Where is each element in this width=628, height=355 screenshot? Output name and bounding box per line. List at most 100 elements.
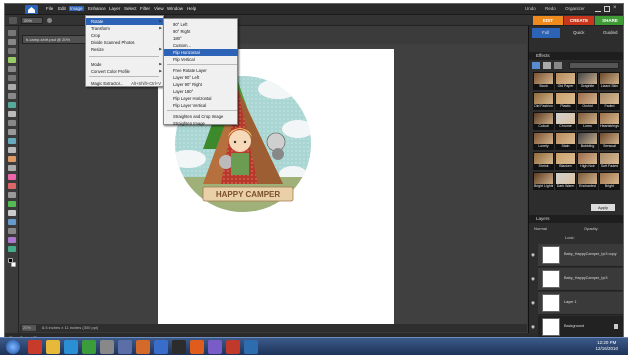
image-menu-item[interactable]: Rotate ▶ [86,18,165,25]
menu-filter[interactable]: Filter [140,6,150,11]
smart-brush-icon[interactable] [8,192,16,198]
effect-thumbnail[interactable]: Shrink [533,152,554,170]
crop-tool-icon[interactable] [8,120,16,126]
image-menu-item[interactable]: Convert Color Profile ▶ [86,68,165,75]
maximize-icon[interactable] [604,6,610,12]
styles-icon[interactable] [543,62,551,69]
menu-file[interactable]: File [46,6,53,11]
effect-thumbnail[interactable]: Cutout [533,112,554,130]
taskbar-app-icon[interactable] [136,340,150,354]
redo-button[interactable]: Redo [545,6,556,11]
effect-thumbnail[interactable]: Faded [599,92,620,110]
taskbar-app-icon[interactable] [154,340,168,354]
menu-layer[interactable]: Layer [109,6,120,11]
share-tab[interactable]: SHARE [595,16,623,25]
rotate-menu-item[interactable]: 90° Right [164,28,238,35]
layer-row-selected[interactable]: ◉ Background [531,316,623,339]
menu-window[interactable]: Window [167,6,183,11]
menu-select[interactable]: Select [124,6,137,11]
quick-tab[interactable]: Quick [563,28,585,38]
taskbar-app-icon[interactable] [46,340,60,354]
effect-thumbnail[interactable]: Lizard Skin [599,72,620,90]
taskbar-app-icon[interactable] [64,340,78,354]
gradient-icon[interactable] [8,210,16,216]
apply-button[interactable]: Apply [591,204,615,211]
effect-thumbnail[interactable]: Chrome [555,112,576,130]
effect-thumbnail[interactable]: Lomo [577,112,598,130]
menu-help[interactable]: Help [187,6,196,11]
layer-row[interactable]: ◉ Layer 1 [531,292,623,315]
menu-view[interactable]: View [154,6,164,11]
guided-tab[interactable]: Guided [593,28,618,38]
image-menu-item[interactable]: Mode ▶ [86,61,165,68]
image-menu-item[interactable]: Magic Extractor... Alt+Shift+Ctrl+V [86,80,165,87]
menu-enhance[interactable]: Enhance [88,6,106,11]
eye-icon[interactable]: ◉ [531,276,536,281]
cookie-cutter-icon[interactable] [8,138,16,144]
eye-icon[interactable]: ◉ [531,324,536,329]
straighten-icon[interactable] [8,147,16,153]
menu-edit[interactable]: Edit [58,6,66,11]
rotate-menu-item[interactable]: Flip Vertical [164,56,238,63]
rotate-menu-item[interactable]: Layer 90° Left [164,74,238,81]
taskbar-app-icon[interactable] [28,340,42,354]
rotate-menu-item[interactable]: Flip Horizontal [164,49,238,56]
full-tab[interactable]: Full [532,28,560,38]
eye-icon[interactable]: ◉ [531,300,536,305]
rotate-menu-item[interactable]: 180° [164,35,238,42]
taskbar-app-icon[interactable] [118,340,132,354]
undo-button[interactable]: Undo [525,6,536,11]
blur-tool-icon[interactable] [8,228,16,234]
effect-thumbnail[interactable]: Dark Warm [555,172,576,190]
taskbar-app-icon[interactable] [226,340,240,354]
effect-thumbnail[interactable]: Plastic [555,92,576,110]
photoshop-elements-icon[interactable] [244,340,258,354]
filters-icon[interactable] [532,62,540,69]
image-menu-item[interactable]: Transform ▶ [86,25,165,32]
shape-tool-icon[interactable] [8,219,16,225]
red-eye-icon[interactable] [8,102,16,108]
image-menu-item[interactable]: Crop [86,32,165,39]
effect-thumbnail[interactable]: Stain [555,132,576,150]
rotate-menu-item[interactable]: Straighten Image [164,120,238,127]
effects-category-select[interactable] [569,62,619,69]
firefox-icon[interactable] [190,340,204,354]
effect-thumbnail[interactable]: Heartstrings [599,112,620,130]
lasso-tool-icon[interactable] [8,75,16,81]
layers-header[interactable]: Layers [529,215,623,223]
rotate-menu-item[interactable]: Custom... [164,42,238,49]
effect-thumbnail[interactable]: Sensual [599,132,620,150]
menu-image[interactable]: Image [69,6,84,11]
edit-tab[interactable]: EDIT [533,16,563,25]
quick-selection-icon[interactable] [8,93,16,99]
clone-stamp-icon[interactable] [8,165,16,171]
effect-thumbnail[interactable]: Graphite [577,72,598,90]
eye-icon[interactable]: ◉ [531,252,536,257]
eraser-icon[interactable] [8,174,16,180]
layer-row[interactable]: ◉ Baby_HappyCamper_lyr3 [531,268,623,291]
taskbar-app-icon[interactable] [100,340,114,354]
image-menu-item[interactable]: Divide Scanned Photos [86,39,165,46]
effect-thumbnail[interactable]: Old Fashioned [533,92,554,110]
eyedropper-icon[interactable] [8,57,16,63]
spot-healing-icon[interactable] [8,156,16,162]
effect-thumbnail[interactable]: High Noir [577,152,598,170]
background-color-swatch[interactable] [11,262,16,267]
rotate-menu-item[interactable]: Layer 90° Right [164,81,238,88]
rotate-menu-item[interactable]: Flip Layer Horizontal [164,95,238,102]
effect-thumbnail[interactable]: Lonely [533,132,554,150]
clock[interactable]: 12:20 PM 12/16/2010 [595,340,618,352]
magic-wand-icon[interactable] [8,84,16,90]
status-zoom[interactable]: 20% [22,325,36,331]
close-icon[interactable]: × [613,5,617,11]
minimize-icon[interactable] [595,6,601,12]
image-menu-item[interactable]: Resize ▶ [86,46,165,53]
taskbar-app-icon[interactable] [208,340,222,354]
move-tool-icon[interactable] [8,30,16,36]
paint-bucket-icon[interactable] [8,201,16,207]
effect-thumbnail[interactable]: Bubbling [577,132,598,150]
home-icon[interactable] [25,5,38,14]
effect-thumbnail[interactable]: Stock [533,72,554,90]
effect-thumbnail[interactable]: Orchid [577,92,598,110]
taskbar-app-icon[interactable] [82,340,96,354]
